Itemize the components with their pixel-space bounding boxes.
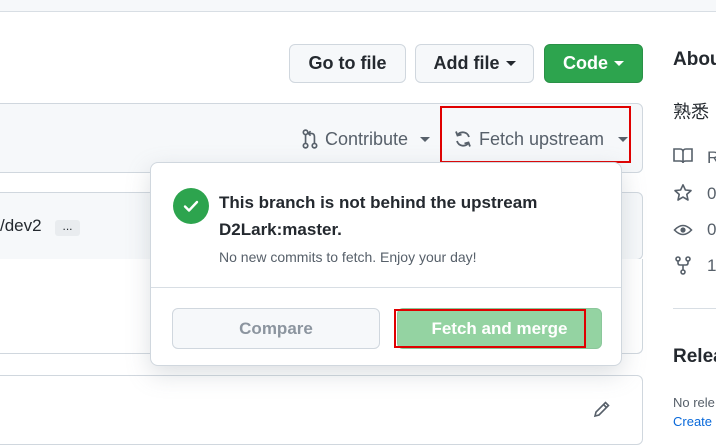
sidebar-divider bbox=[673, 308, 716, 309]
chevron-down-icon bbox=[505, 61, 516, 66]
book-icon bbox=[673, 147, 693, 170]
contribute-dropdown[interactable]: Contribute bbox=[301, 126, 431, 152]
repo-description: 熟悉 bbox=[673, 102, 709, 122]
fetch-and-merge-highlight bbox=[394, 309, 586, 348]
fetch-upstream-dropdown[interactable]: Fetch upstream bbox=[453, 126, 629, 152]
go-to-file-label: Go to file bbox=[308, 53, 387, 73]
no-releases-text: No rele bbox=[673, 395, 715, 410]
commit-branch-text: /dev2 bbox=[0, 216, 42, 235]
contribute-label: Contribute bbox=[325, 128, 409, 149]
popover-subtitle: No new commits to fetch. Enjoy your day! bbox=[219, 249, 477, 265]
chevron-down-icon bbox=[614, 61, 624, 66]
code-label: Code bbox=[563, 53, 608, 73]
readme-box bbox=[0, 375, 643, 445]
fetch-upstream-label: Fetch upstream bbox=[479, 128, 605, 149]
add-file-button[interactable]: Add file bbox=[415, 44, 534, 83]
releases-heading[interactable]: Relea bbox=[673, 346, 716, 368]
commit-ellipsis-button[interactable]: ... bbox=[55, 220, 80, 236]
chevron-down-icon bbox=[618, 136, 629, 142]
popover-divider bbox=[151, 287, 621, 288]
about-heading: Abou bbox=[673, 49, 716, 70]
compare-button[interactable]: Compare bbox=[172, 308, 380, 349]
chevron-down-icon bbox=[420, 136, 431, 142]
popover-title: This branch is not behind the upstream D… bbox=[219, 193, 538, 239]
pull-request-icon bbox=[302, 129, 318, 149]
readme-link[interactable]: R bbox=[707, 148, 716, 168]
forks-count[interactable]: 1 bbox=[707, 256, 716, 276]
compare-label: Compare bbox=[239, 318, 313, 338]
add-file-label: Add file bbox=[433, 53, 500, 73]
watchers-count[interactable]: 0 bbox=[707, 220, 716, 240]
go-to-file-button[interactable]: Go to file bbox=[289, 44, 406, 83]
star-icon bbox=[673, 183, 693, 208]
check-circle-icon bbox=[173, 188, 209, 224]
stars-count[interactable]: 0 bbox=[707, 184, 716, 204]
pencil-icon[interactable] bbox=[592, 399, 612, 424]
fork-icon bbox=[673, 255, 693, 280]
create-release-link[interactable]: Create bbox=[673, 414, 712, 429]
top-header-strip bbox=[0, 0, 716, 12]
eye-icon bbox=[673, 220, 693, 245]
sync-icon bbox=[455, 131, 471, 147]
code-button[interactable]: Code bbox=[544, 44, 643, 83]
